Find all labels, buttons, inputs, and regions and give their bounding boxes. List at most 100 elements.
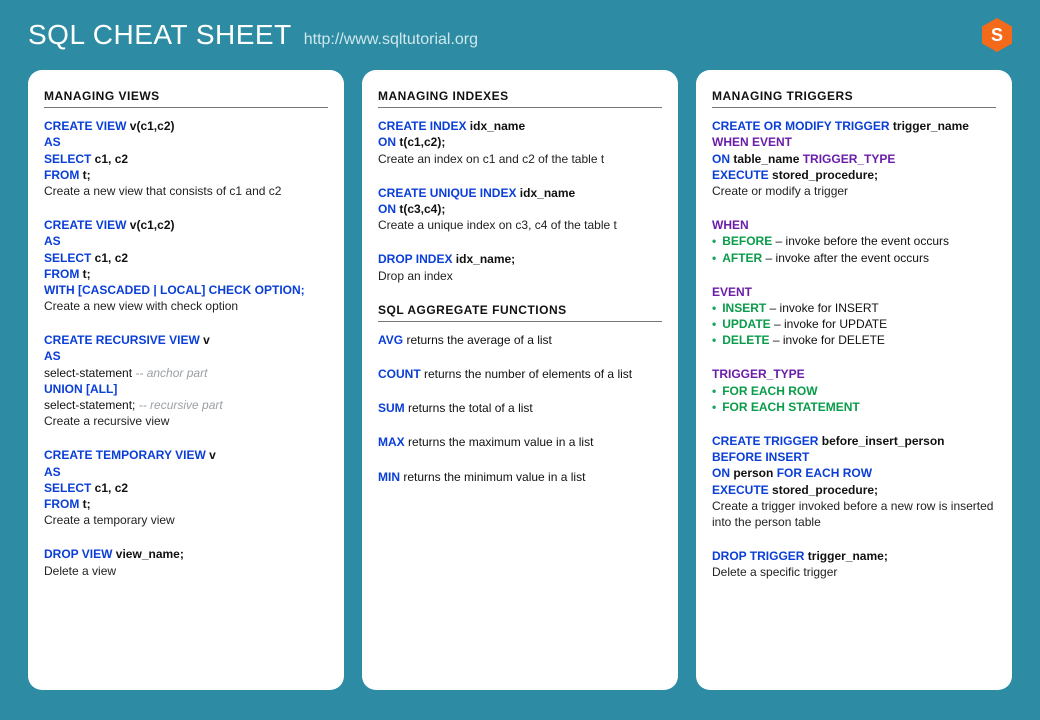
desc: Delete a view (44, 563, 328, 579)
arg: stored_procedure; (769, 168, 878, 182)
kw: CREATE VIEW (44, 119, 126, 133)
list-item: • INSERT – invoke for INSERT (712, 300, 996, 316)
bullet-icon: • (712, 332, 716, 348)
arg: idx_name; (452, 252, 515, 266)
kw: SELECT (44, 481, 91, 495)
arg: t; (79, 267, 90, 281)
bullet-icon: • (712, 250, 716, 266)
kw: FOR EACH ROW (777, 466, 872, 480)
trigger-type-block: TRIGGER_TYPE •FOR EACH ROW •FOR EACH STA… (712, 366, 996, 415)
kw: DELETE (722, 333, 769, 347)
event-block: EVENT •INSERT – invoke for INSERT •UPDAT… (712, 284, 996, 349)
kw: UNION [ALL] (44, 381, 328, 397)
arg: v(c1,c2) (126, 119, 174, 133)
txt: – invoke for UPDATE (771, 317, 887, 331)
arg: trigger_name (890, 119, 969, 133)
kw: CREATE TEMPORARY VIEW (44, 448, 206, 462)
arg: before_insert_person (818, 434, 944, 448)
kw: ON (712, 466, 730, 480)
desc: Create or modify a trigger (712, 183, 996, 199)
kw: CREATE RECURSIVE VIEW (44, 333, 200, 347)
comment: -- recursive part (139, 398, 223, 412)
kw: INSERT (722, 301, 766, 315)
views-block-1: CREATE VIEW v(c1,c2) AS SELECT c1, c2 FR… (44, 118, 328, 199)
desc: Create a new view that consists of c1 an… (44, 183, 328, 199)
list-item: • DELETE – invoke for DELETE (712, 332, 996, 348)
columns: MANAGING VIEWS CREATE VIEW v(c1,c2) AS S… (0, 62, 1040, 710)
section-heading-aggregate: SQL AGGREGATE FUNCTIONS (378, 302, 662, 322)
kw: MAX (378, 435, 405, 449)
card-triggers: MANAGING TRIGGERS CREATE OR MODIFY TRIGG… (696, 70, 1012, 690)
logo-letter: S (991, 25, 1003, 46)
kw: CREATE VIEW (44, 218, 126, 232)
arg: idx_name (466, 119, 525, 133)
desc: Create a trigger invoked before a new ro… (712, 498, 996, 530)
bullet-icon: • (712, 233, 716, 249)
arg: view_name; (112, 547, 183, 561)
bullet-icon: • (712, 300, 716, 316)
kw: ON (378, 135, 396, 149)
arg: t(c3,c4); (396, 202, 445, 216)
txt: – invoke for INSERT (766, 301, 879, 315)
kw: FROM (44, 168, 79, 182)
desc: Create an index on c1 and c2 of the tabl… (378, 151, 662, 167)
txt: returns the average of a list (403, 333, 552, 347)
arg: c1, c2 (91, 481, 128, 495)
section-heading-views: MANAGING VIEWS (44, 88, 328, 108)
views-block-3: CREATE RECURSIVE VIEW v AS select-statem… (44, 332, 328, 429)
index-block-3: DROP INDEX idx_name; Drop an index (378, 251, 662, 283)
arg: c1, c2 (91, 152, 128, 166)
arg: stored_procedure; (769, 483, 878, 497)
desc: Create a temporary view (44, 512, 328, 528)
section-heading-indexes: MANAGING INDEXES (378, 88, 662, 108)
heading: TRIGGER_TYPE (712, 366, 996, 382)
section-heading-triggers: MANAGING TRIGGERS (712, 88, 996, 108)
kw: EXECUTE (712, 168, 769, 182)
agg-row: SUM returns the total of a list (378, 400, 662, 416)
kw: ON (378, 202, 396, 216)
kw: FROM (44, 267, 79, 281)
desc: Create a new view with check option (44, 298, 328, 314)
views-block-4: CREATE TEMPORARY VIEW v AS SELECT c1, c2… (44, 447, 328, 528)
trigger-block-3: DROP TRIGGER trigger_name; Delete a spec… (712, 548, 996, 580)
when-block: WHEN •BEFORE – invoke before the event o… (712, 217, 996, 266)
kw: AS (44, 233, 328, 249)
heading: EVENT (712, 284, 996, 300)
kw: AFTER (722, 251, 762, 265)
txt: select-statement; (44, 398, 139, 412)
kw: FOR EACH STATEMENT (722, 399, 860, 415)
kw: BEFORE INSERT (712, 449, 996, 465)
arg: t; (79, 168, 90, 182)
kw: TRIGGER_TYPE (803, 152, 896, 166)
views-block-2: CREATE VIEW v(c1,c2) AS SELECT c1, c2 FR… (44, 217, 328, 314)
txt: returns the number of elements of a list (421, 367, 632, 381)
kw: UPDATE (722, 317, 770, 331)
bullet-icon: • (712, 399, 716, 415)
txt: returns the minimum value in a list (400, 470, 585, 484)
kw: MIN (378, 470, 400, 484)
arg: t(c1,c2); (396, 135, 445, 149)
txt: – invoke for DELETE (770, 333, 885, 347)
arg: t; (79, 497, 90, 511)
kw: DROP VIEW (44, 547, 112, 561)
trigger-block-2: CREATE TRIGGER before_insert_person BEFO… (712, 433, 996, 530)
kw: FROM (44, 497, 79, 511)
agg-row: MAX returns the maximum value in a list (378, 434, 662, 450)
kw: DROP TRIGGER (712, 549, 804, 563)
kw: BEFORE (722, 234, 772, 248)
txt: returns the maximum value in a list (405, 435, 594, 449)
views-block-5: DROP VIEW view_name; Delete a view (44, 546, 328, 578)
index-block-2: CREATE UNIQUE INDEX idx_name ON t(c3,c4)… (378, 185, 662, 234)
comment: -- anchor part (135, 366, 207, 380)
desc: Create a recursive view (44, 413, 328, 429)
agg-row: COUNT returns the number of elements of … (378, 366, 662, 382)
title-wrap: SQL CHEAT SHEET http://www.sqltutorial.o… (28, 19, 478, 51)
txt: – invoke before the event occurs (772, 234, 949, 248)
kw: WHEN EVENT (712, 134, 996, 150)
kw: AS (44, 348, 328, 364)
header: SQL CHEAT SHEET http://www.sqltutorial.o… (0, 0, 1040, 62)
kw: DROP INDEX (378, 252, 452, 266)
list-item: •UPDATE – invoke for UPDATE (712, 316, 996, 332)
kw: AS (44, 464, 328, 480)
kw: AS (44, 134, 328, 150)
